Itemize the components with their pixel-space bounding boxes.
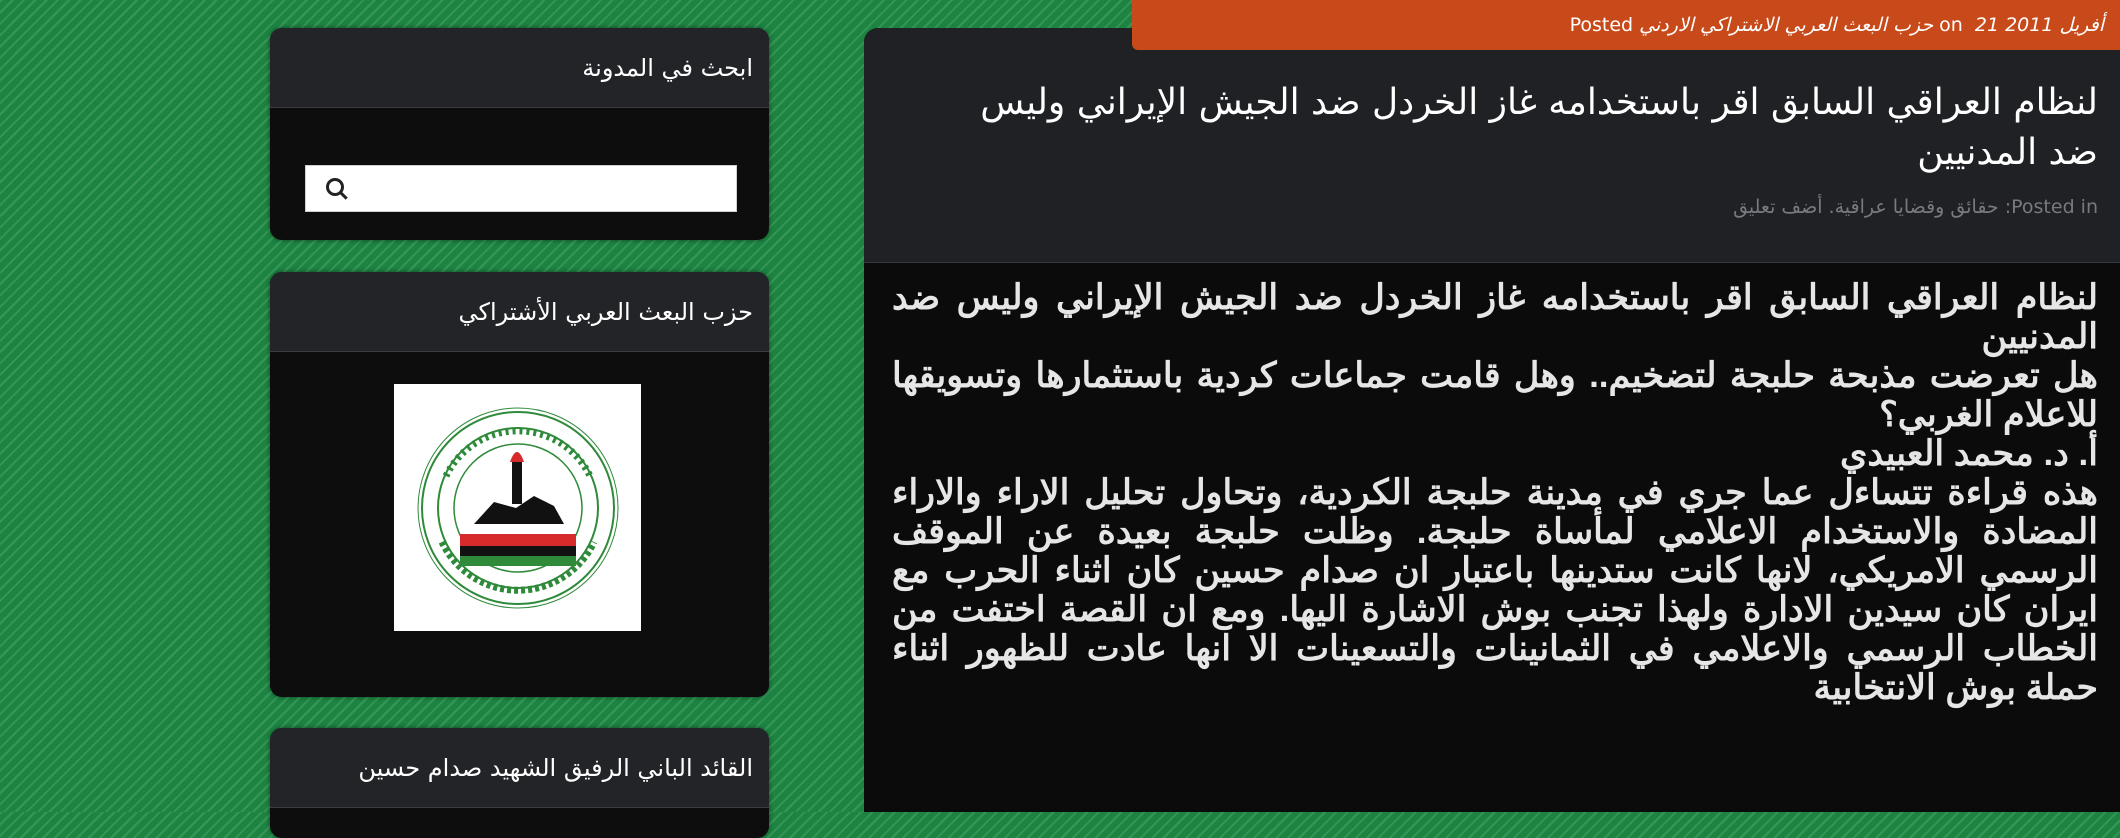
badge-posted-label: Posted <box>1569 14 1634 36</box>
badge-date: 21 أفريل 2011 <box>1974 14 2104 36</box>
category-link[interactable]: حقائق وقضايا عراقية <box>1835 196 1999 218</box>
post-meta: Posted in: حقائق وقضايا عراقية. أضف تعلي… <box>1733 196 2098 218</box>
post-date-badge: Posted حزب البعث العربي الاشتراكي الاردن… <box>1132 0 2120 50</box>
party-widget: حزب البعث العربي الأشتراكي <box>270 272 769 697</box>
search-widget-header: ابحث في المدونة <box>270 28 769 108</box>
party-widget-header: حزب البعث العربي الأشتراكي <box>270 272 769 352</box>
post-panel: لنظام العراقي السابق اقر باستخدامه غاز ا… <box>864 28 2120 812</box>
body-paragraph: هذه قراءة تتساءل عما جري في مدينة حلبجة … <box>892 473 2098 707</box>
leader-widget-title: القائد الباني الرفيق الشهيد صدام حسين <box>358 753 753 782</box>
badge-on-label: on <box>1939 14 1963 36</box>
post-header: لنظام العراقي السابق اقر باستخدامه غاز ا… <box>864 28 2120 263</box>
search-widget-title: ابحث في المدونة <box>582 53 753 82</box>
leader-widget-header: القائد الباني الرفيق الشهيد صدام حسين <box>270 728 769 808</box>
post-body: لنظام العراقي السابق اقر باستخدامه غاز ا… <box>892 278 2098 707</box>
search-input[interactable] <box>305 165 737 212</box>
body-paragraph: هل تعرضت مذبحة حلبجة لتضخيم.. وهل قامت ج… <box>892 356 2098 434</box>
party-emblem-icon <box>417 407 619 609</box>
party-logo[interactable] <box>394 384 641 631</box>
add-comment-link[interactable]: أضف تعليق <box>1733 196 1822 218</box>
body-paragraph: لنظام العراقي السابق اقر باستخدامه غاز ا… <box>892 278 2098 356</box>
party-widget-title: حزب البعث العربي الأشتراكي <box>458 297 753 326</box>
search-widget: ابحث في المدونة <box>270 28 769 240</box>
badge-author-link[interactable]: حزب البعث العربي الاشتراكي الاردني <box>1639 14 1933 36</box>
leader-widget: القائد الباني الرفيق الشهيد صدام حسين <box>270 728 769 838</box>
body-author: أ. د. محمد العبيدي <box>1839 434 2098 473</box>
search-icon[interactable] <box>326 178 344 196</box>
posted-in-label: Posted in <box>2011 196 2098 218</box>
post-title[interactable]: لنظام العراقي السابق اقر باستخدامه غاز ا… <box>924 78 2098 178</box>
